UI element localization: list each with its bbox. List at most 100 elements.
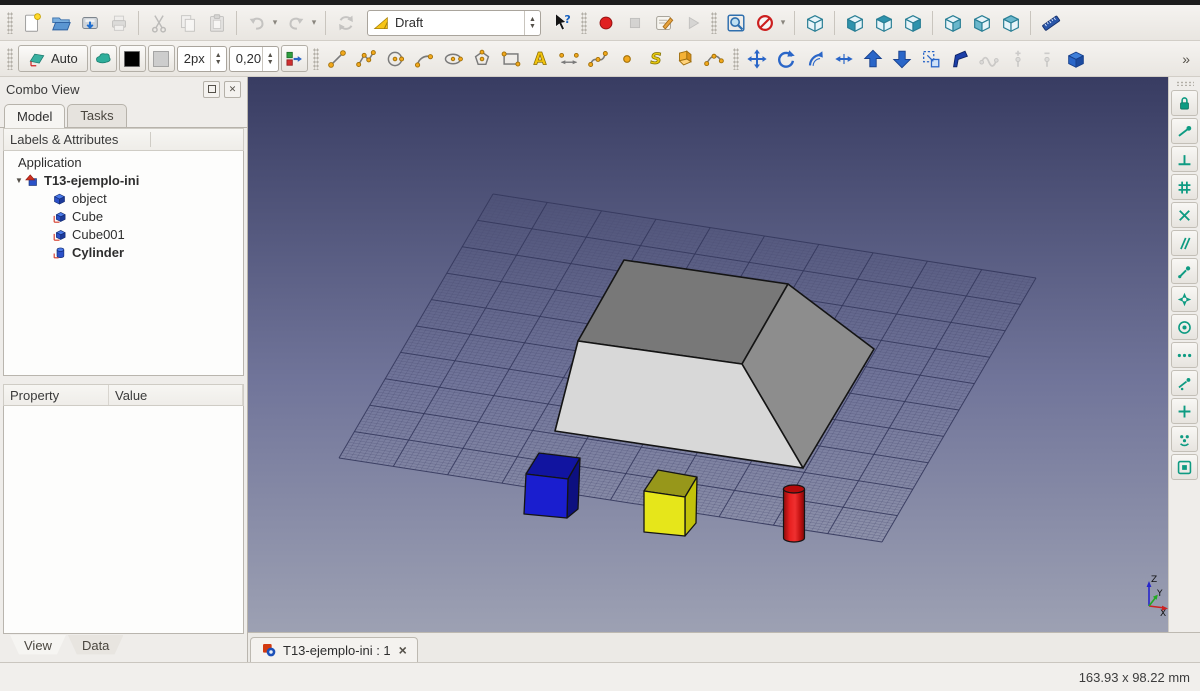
tab-view[interactable]: View	[10, 635, 66, 655]
draft-trimex[interactable]	[831, 45, 858, 72]
tree-item-document[interactable]: ▼ T13-ejemplo-ini	[4, 171, 243, 189]
draft-ellipse[interactable]	[440, 45, 467, 72]
toolbar-handle[interactable]	[711, 11, 717, 34]
tree-item-cylinder[interactable]: Cylinder	[4, 243, 243, 261]
line-color-swatch[interactable]	[118, 45, 146, 72]
undo[interactable]	[243, 9, 270, 36]
draft-edit[interactable]	[947, 45, 974, 72]
view-rear[interactable]	[939, 9, 966, 36]
draft-bspline[interactable]	[585, 45, 612, 72]
panel-splitter[interactable]	[0, 376, 247, 384]
view-right[interactable]	[899, 9, 926, 36]
macro-play[interactable]	[679, 9, 706, 36]
macro-record[interactable]	[592, 9, 619, 36]
tab-close-icon[interactable]: ×	[399, 642, 407, 658]
snap-grid-button[interactable]	[1171, 174, 1198, 200]
draft-downgrade[interactable]	[889, 45, 916, 72]
draft-circle[interactable]	[382, 45, 409, 72]
red-cylinder[interactable]	[782, 484, 806, 543]
draft-arc[interactable]	[411, 45, 438, 72]
value-column-label[interactable]: Value	[109, 385, 243, 405]
spinner-arrows[interactable]: ▲ ▼	[261, 46, 278, 71]
tab-data[interactable]: Data	[67, 635, 124, 655]
draft-to-sketch[interactable]	[1063, 45, 1090, 72]
draft-polygon[interactable]	[469, 45, 496, 72]
toolbar-handle[interactable]	[1175, 81, 1194, 86]
panel-float-button[interactable]	[203, 80, 220, 98]
snap-extension-button[interactable]	[1171, 342, 1198, 368]
working-plane-selector[interactable]: Auto	[18, 45, 88, 72]
view-front[interactable]	[841, 9, 868, 36]
redo[interactable]	[282, 9, 309, 36]
tree-expander-icon[interactable]: ▼	[14, 176, 24, 185]
snap-intersection-button[interactable]	[1171, 202, 1198, 228]
3d-viewport[interactable]: Z Y X	[248, 77, 1168, 633]
undo-dropdown-arrow[interactable]: ▾	[270, 17, 280, 28]
print-document[interactable]	[105, 9, 132, 36]
view-fit-all[interactable]	[722, 9, 749, 36]
draft-scale[interactable]	[918, 45, 945, 72]
draft-text[interactable]	[527, 45, 554, 72]
redo-dropdown-arrow[interactable]: ▾	[309, 17, 319, 28]
snap-midpoint-button[interactable]	[1171, 146, 1198, 172]
snap-ortho-button[interactable]	[1171, 398, 1198, 424]
toolbar-handle[interactable]	[581, 11, 587, 34]
macro-edit[interactable]	[650, 9, 677, 36]
draft-offset[interactable]	[802, 45, 829, 72]
workbench-selector[interactable]: Draft ▲ ▼	[367, 9, 541, 36]
spinner-arrows[interactable]: ▲ ▼	[209, 46, 226, 71]
draft-wire[interactable]	[353, 45, 380, 72]
draft-dimension[interactable]	[556, 45, 583, 72]
draft-bezier[interactable]	[701, 45, 728, 72]
copy[interactable]	[174, 9, 201, 36]
cut[interactable]	[145, 9, 172, 36]
draw-style[interactable]	[751, 9, 778, 36]
snap-endpoint-button[interactable]	[1171, 118, 1198, 144]
paste[interactable]	[203, 9, 230, 36]
line-width-field[interactable]: 2px ▲ ▼	[176, 45, 227, 72]
whats-this[interactable]	[549, 9, 576, 36]
panel-close-button[interactable]: ✕	[224, 80, 241, 98]
save-document[interactable]	[76, 9, 103, 36]
toolbar-handle[interactable]	[7, 47, 13, 70]
snap-near-button[interactable]	[1171, 370, 1198, 396]
tree-root-application[interactable]: Application	[4, 153, 243, 171]
draft-rotate[interactable]	[773, 45, 800, 72]
snap-lock-button[interactable]	[1171, 90, 1198, 116]
apply-style-button[interactable]	[280, 45, 308, 72]
macro-stop[interactable]	[621, 9, 648, 36]
text-scale-field[interactable]: 0,20 ▲ ▼	[228, 45, 279, 72]
draw-style-dropdown-arrow[interactable]: ▾	[778, 17, 788, 28]
tab-model[interactable]: Model	[4, 104, 66, 128]
snap-center-button[interactable]	[1171, 314, 1198, 340]
construction-mode-toggle[interactable]	[89, 45, 117, 72]
draft-wire-to-bspline[interactable]	[976, 45, 1003, 72]
draft-shapestring[interactable]	[643, 45, 670, 72]
yellow-cube[interactable]	[643, 469, 698, 537]
tab-tasks[interactable]: Tasks	[67, 104, 127, 127]
snap-parallel-button[interactable]	[1171, 230, 1198, 256]
refresh[interactable]	[332, 9, 359, 36]
tree-item-object[interactable]: object	[4, 189, 243, 207]
tree-item-cube[interactable]: Cube	[4, 207, 243, 225]
combo-spinner[interactable]: ▲ ▼	[524, 10, 540, 35]
tree-column-header[interactable]: Labels & Attributes	[3, 128, 244, 151]
view-left[interactable]	[997, 9, 1024, 36]
snap-angle-button[interactable]	[1171, 286, 1198, 312]
draft-add-point[interactable]	[1005, 45, 1032, 72]
draft-line[interactable]	[324, 45, 351, 72]
blue-cube[interactable]	[523, 452, 581, 519]
draft-facebinder[interactable]	[672, 45, 699, 72]
draft-delete-point[interactable]	[1034, 45, 1061, 72]
tree-item-cube001[interactable]: Cube001	[4, 225, 243, 243]
draft-rectangle[interactable]	[498, 45, 525, 72]
toolbar-handle[interactable]	[732, 47, 739, 70]
new-document[interactable]	[18, 9, 45, 36]
draft-upgrade[interactable]	[860, 45, 887, 72]
view-axonometric[interactable]	[801, 9, 828, 36]
face-color-swatch[interactable]	[147, 45, 175, 72]
property-column-label[interactable]: Property	[4, 385, 109, 405]
draft-move[interactable]	[744, 45, 771, 72]
draft-point[interactable]	[614, 45, 641, 72]
snap-working-plane-button[interactable]	[1171, 454, 1198, 480]
